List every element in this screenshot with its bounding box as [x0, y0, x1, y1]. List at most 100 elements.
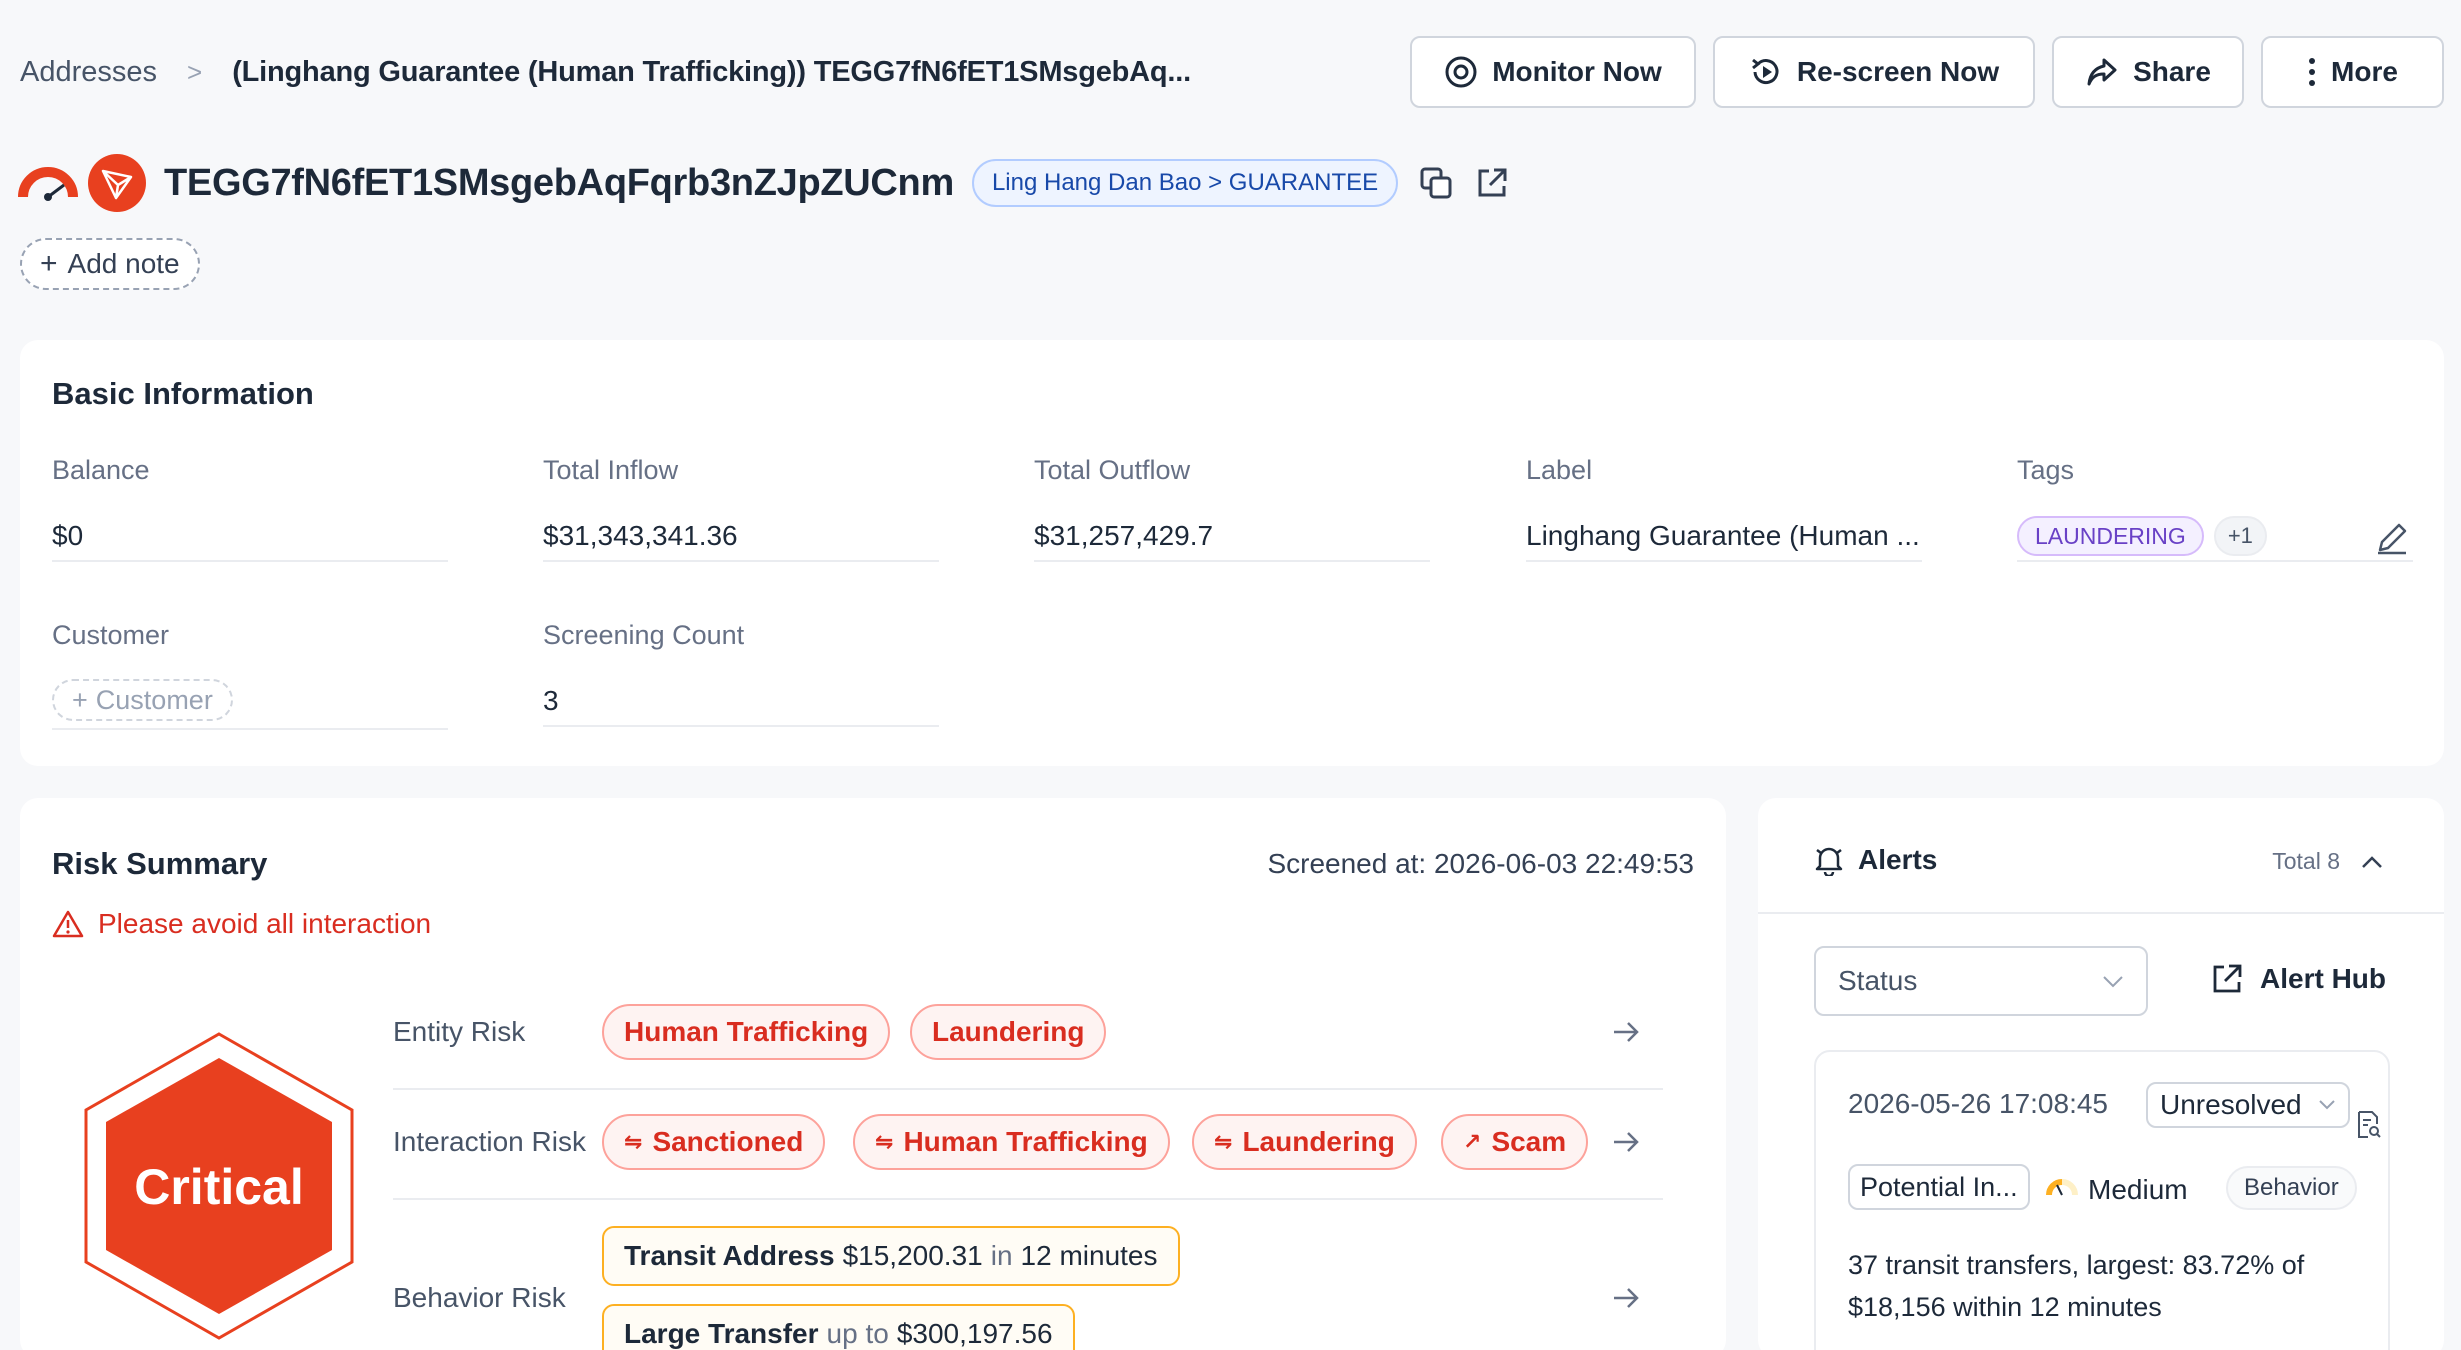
alert-status: Unresolved — [2160, 1089, 2302, 1120]
arrow-right-icon[interactable] — [1610, 1282, 1642, 1314]
breadcrumb-root[interactable]: Addresses — [20, 56, 157, 89]
edit-pencil-icon[interactable] — [2374, 520, 2410, 556]
behavior-name: Large Transfer — [624, 1318, 819, 1349]
arrow-right-icon[interactable] — [1610, 1016, 1642, 1048]
monitor-icon — [1445, 56, 1477, 88]
tags-label: Tags — [2017, 455, 2075, 485]
risk-warning-text: Please avoid all interaction — [98, 908, 432, 939]
chip-text: Sanctioned — [652, 1126, 804, 1157]
alerts-total-toggle[interactable]: Total 8 — [2272, 848, 2384, 875]
add-customer-button[interactable]: + Customer — [52, 679, 233, 721]
total-outflow-label: Total Outflow — [1034, 455, 1191, 485]
more-button[interactable]: More — [2261, 36, 2444, 108]
interaction-risk-chip-sanctioned[interactable]: ⇋ Sanctioned — [602, 1114, 826, 1170]
alert-timestamp: 2026-05-26 17:08:45 — [1848, 1088, 2108, 1119]
behavior-connector: up to — [826, 1318, 889, 1349]
arrow-right-icon[interactable] — [1610, 1126, 1642, 1158]
balance-label: Balance — [52, 455, 150, 485]
basic-information-title: Basic Information — [52, 376, 314, 411]
tron-logo-icon — [88, 154, 146, 212]
chevron-down-icon — [2319, 1100, 2335, 1110]
breadcrumb: Addresses > (Linghang Guarantee (Human T… — [20, 50, 1191, 94]
monitor-now-button[interactable]: Monitor Now — [1410, 36, 1696, 108]
swap-icon: ⇋ — [875, 1129, 894, 1154]
plus-icon: + — [72, 684, 88, 715]
label-field-value: Linghang Guarantee (Human ... — [1526, 512, 1922, 562]
share-icon — [2087, 58, 2117, 86]
copy-icon[interactable] — [1418, 165, 1454, 201]
address-title-row: TEGG7fN6fET1SMsgebAqFqrb3nZJpZUCnm Ling … — [18, 150, 1510, 216]
interaction-risk-label: Interaction Risk — [393, 1126, 586, 1157]
alerts-title: Alerts — [1858, 844, 1938, 875]
status-select[interactable]: Status — [1814, 946, 2148, 1016]
rescreen-icon — [1751, 58, 1779, 85]
breadcrumb-separator: > — [187, 56, 203, 87]
alert-type-chip: Potential In... — [1848, 1164, 2030, 1210]
medium-gauge-icon — [2046, 1179, 2078, 1196]
behavior-name: Transit Address — [624, 1240, 835, 1271]
external-link-icon — [2213, 964, 2242, 993]
more-vertical-icon — [2309, 58, 2316, 86]
alerts-header: Alerts — [1814, 844, 1937, 876]
entity-label-chip[interactable]: Ling Hang Dan Bao > GUARANTEE — [971, 159, 1399, 207]
add-note-label: Add note — [67, 248, 180, 279]
tag-laundering[interactable]: LAUNDERING — [2017, 516, 2204, 556]
alerts-total: Total 8 — [2272, 848, 2340, 874]
row-divider — [393, 1088, 1663, 1090]
rescreen-now-button[interactable]: Re-screen Now — [1713, 36, 2035, 108]
screening-count-label: Screening Count — [543, 620, 745, 650]
basic-information-card: Basic Information Balance $0 Total Inflo… — [20, 340, 2444, 766]
rescreen-now-label: Re-screen Now — [1796, 56, 2000, 87]
customer-placeholder: Customer — [95, 684, 213, 715]
label-field-label: Label — [1526, 455, 1593, 485]
alert-type: Potential In... — [1860, 1171, 2018, 1202]
share-button[interactable]: Share — [2052, 36, 2244, 108]
behavior-risk-large-transfer[interactable]: Large Transfer up to $300,197.56 — [602, 1304, 1075, 1350]
chip-text: Laundering — [1242, 1126, 1395, 1157]
chip-text: Human Trafficking — [624, 1016, 869, 1047]
plus-icon: + — [40, 247, 58, 280]
risk-summary-card: Risk Summary Screened at: 2026-06-03 22:… — [20, 798, 1726, 1350]
behavior-detail: $300,197.56 — [896, 1318, 1053, 1349]
behavior-risk-transit-address[interactable]: Transit Address $15,200.31 in 12 minutes — [602, 1226, 1180, 1286]
alerts-divider — [1758, 912, 2444, 914]
row-divider — [393, 1198, 1663, 1200]
behavior-amount: $15,200.31 — [842, 1240, 983, 1271]
alert-severity: Medium — [2088, 1174, 2188, 1205]
chip-text: Human Trafficking — [903, 1126, 1148, 1157]
entity-risk-chip-laundering[interactable]: Laundering — [910, 1004, 1107, 1060]
swap-icon: ⇋ — [1214, 1129, 1233, 1154]
more-label: More — [2331, 56, 2398, 87]
alert-item-card[interactable]: 2026-05-26 17:08:45 Unresolved Potential… — [1814, 1050, 2390, 1350]
alert-status-select[interactable]: Unresolved — [2146, 1082, 2350, 1128]
alert-hub-link[interactable]: Alert Hub — [2210, 962, 2386, 996]
behavior-connector: in — [990, 1240, 1013, 1271]
interaction-risk-chip-laundering[interactable]: ⇋ Laundering — [1192, 1114, 1417, 1170]
balance-value: $0 — [52, 512, 448, 562]
warning-triangle-icon — [52, 910, 84, 938]
share-label: Share — [2133, 56, 2211, 87]
external-link-icon[interactable] — [1474, 165, 1510, 201]
entity-risk-label: Entity Risk — [393, 1016, 526, 1047]
alert-category-chip: Behavior — [2226, 1166, 2357, 1210]
document-search-icon[interactable] — [2356, 1110, 2382, 1140]
chip-text: Laundering — [932, 1016, 1085, 1047]
customer-label: Customer — [52, 620, 170, 650]
address-value: TEGG7fN6fET1SMsgebAqFqrb3nZJpZUCnm — [164, 161, 954, 204]
breadcrumb-current: (Linghang Guarantee (Human Trafficking))… — [232, 55, 1191, 88]
risk-level-text: Critical — [134, 1159, 304, 1215]
interaction-risk-chip-human-trafficking[interactable]: ⇋ Human Trafficking — [853, 1114, 1170, 1170]
status-select-placeholder: Status — [1838, 965, 1918, 996]
add-note-button[interactable]: + Add note — [20, 238, 200, 290]
alert-hub-label: Alert Hub — [2260, 963, 2386, 994]
tag-more-count[interactable]: +1 — [2213, 516, 2267, 556]
interaction-risk-chip-scam[interactable]: ↗ Scam — [1441, 1114, 1589, 1170]
total-outflow-value: $31,257,429.7 — [1034, 512, 1430, 562]
risk-summary-title: Risk Summary — [52, 846, 268, 881]
behavior-risk-label: Behavior Risk — [393, 1282, 566, 1313]
alerts-card: Alerts Total 8 Status Alert Hub 2026-05-… — [1758, 798, 2444, 1350]
tags-container: LAUNDERING +1 — [2017, 512, 2413, 562]
chevron-up-icon — [2362, 855, 2382, 868]
bell-icon — [1815, 847, 1843, 876]
entity-risk-chip-human-trafficking[interactable]: Human Trafficking — [602, 1004, 891, 1060]
